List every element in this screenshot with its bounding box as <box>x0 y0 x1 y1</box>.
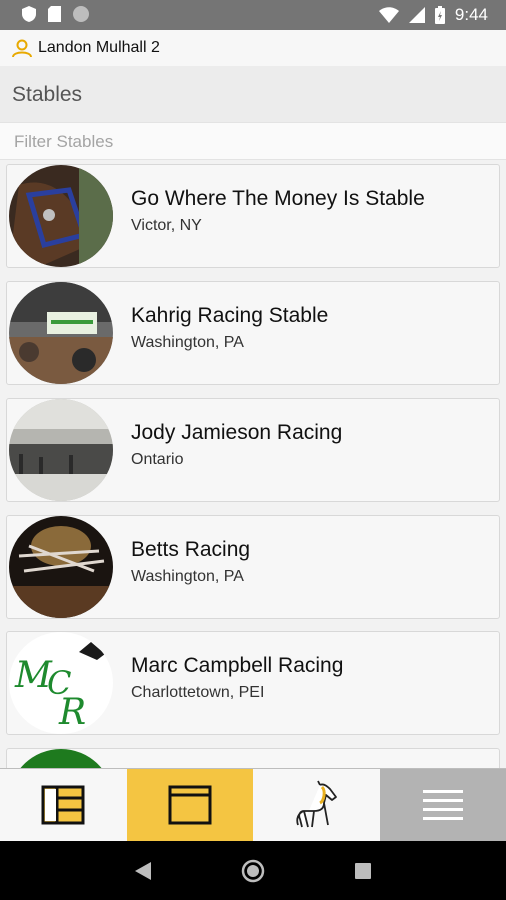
stable-card[interactable]: Jody Jamieson Racing Ontario <box>6 398 500 502</box>
stable-location: Ontario <box>131 451 184 468</box>
stable-card[interactable]: M C R Marc Campbell Racing Charlottetown… <box>6 631 500 735</box>
svg-text:R: R <box>58 692 86 733</box>
stable-card[interactable] <box>6 748 500 768</box>
stable-location: Washington, PA <box>131 568 244 585</box>
stable-card[interactable]: Betts Racing Washington, PA <box>6 515 500 619</box>
stable-thumbnail <box>9 749 113 768</box>
stable-card[interactable]: Go Where The Money Is Stable Victor, NY <box>6 164 500 268</box>
back-icon[interactable] <box>135 861 151 880</box>
horse-icon <box>296 780 338 828</box>
menu-icon <box>422 790 463 820</box>
stable-logo: M C R <box>9 632 113 734</box>
bottom-tab-bar <box>0 768 506 841</box>
stable-thumbnail <box>9 282 113 384</box>
user-bar[interactable]: Landon Mulhall 2 <box>0 30 506 66</box>
stable-name: Betts Racing <box>131 538 251 561</box>
tab-horses[interactable] <box>253 769 380 841</box>
signal-icon <box>408 7 425 23</box>
home-icon[interactable] <box>241 859 265 883</box>
stable-icon <box>168 785 212 825</box>
wifi-icon <box>378 7 399 23</box>
stable-thumbnail <box>9 399 113 501</box>
stable-name: Go Where The Money Is Stable <box>131 187 425 210</box>
user-name: Landon Mulhall 2 <box>38 39 160 56</box>
user-icon <box>12 39 32 57</box>
circle-status-icon <box>73 6 89 22</box>
tab-menu[interactable] <box>379 769 506 841</box>
stable-location: Washington, PA <box>131 334 244 351</box>
stable-name: Kahrig Racing Stable <box>131 304 329 327</box>
status-bar: 9:44 <box>0 0 506 30</box>
shield-icon <box>22 6 36 22</box>
stable-location: Victor, NY <box>131 217 202 234</box>
sd-card-icon <box>48 6 61 22</box>
stable-thumbnail <box>9 516 113 618</box>
table-icon <box>41 785 85 825</box>
stable-list[interactable]: Go Where The Money Is Stable Victor, NY … <box>0 160 506 768</box>
stable-location: Charlottetown, PEI <box>131 684 265 701</box>
tab-table[interactable] <box>0 769 127 841</box>
section-header: Stables <box>0 66 506 122</box>
tab-stables[interactable] <box>126 769 253 841</box>
battery-charging-icon <box>434 6 445 24</box>
clock-time: 9:44 <box>454 5 488 24</box>
filter-input[interactable]: Filter Stables <box>0 122 506 160</box>
stable-name: Marc Campbell Racing <box>131 654 344 677</box>
stable-name: Jody Jamieson Racing <box>131 421 343 444</box>
stable-thumbnail <box>9 165 113 267</box>
recents-icon[interactable] <box>355 862 371 879</box>
system-nav-bar <box>0 841 506 900</box>
page-title: Stables <box>12 83 83 106</box>
stable-card[interactable]: Kahrig Racing Stable Washington, PA <box>6 281 500 385</box>
